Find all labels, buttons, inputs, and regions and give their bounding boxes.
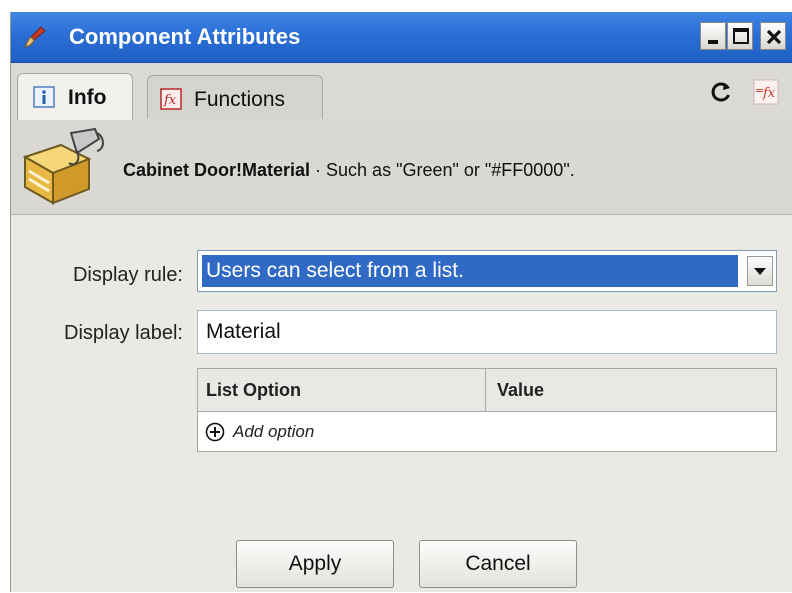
- tab-bar: Info fx Functions = fx: [11, 63, 792, 120]
- svg-text:fx: fx: [762, 86, 776, 101]
- tab-info-label: Info: [68, 86, 107, 109]
- tab-info[interactable]: Info: [17, 73, 133, 120]
- maximize-icon: [733, 28, 749, 44]
- column-header-list-option[interactable]: List Option: [198, 369, 486, 411]
- refresh-icon[interactable]: [708, 79, 734, 105]
- plus-circle-icon: [205, 422, 225, 442]
- display-label-label: Display label:: [64, 322, 183, 344]
- minimize-icon: [708, 40, 718, 44]
- table-header: List Option Value: [198, 369, 776, 412]
- dropdown-button[interactable]: [747, 256, 773, 286]
- minimize-button[interactable]: [700, 22, 726, 50]
- title-bar[interactable]: Component Attributes: [11, 12, 792, 63]
- info-icon: [33, 86, 55, 108]
- component-attributes-window: Component Attributes Info fx Functions =…: [10, 12, 792, 592]
- maximize-button[interactable]: [727, 22, 753, 50]
- fx-icon: fx: [160, 88, 182, 110]
- svg-text:fx: fx: [163, 93, 177, 108]
- add-option-row[interactable]: Add option: [198, 412, 776, 451]
- display-rule-select[interactable]: Users can select from a list.: [197, 250, 777, 292]
- attribute-header: Cabinet Door!Material · Such as "Green" …: [11, 119, 792, 215]
- attribute-name: Cabinet Door!Material: [123, 160, 311, 180]
- cancel-button[interactable]: Cancel: [419, 540, 577, 588]
- chevron-down-icon: [754, 268, 766, 275]
- tab-functions[interactable]: fx Functions: [147, 75, 323, 119]
- display-label-field[interactable]: Material: [197, 310, 777, 354]
- close-icon: [766, 29, 782, 45]
- paint-bucket-icon: [22, 127, 104, 205]
- fx-insert-icon[interactable]: = fx: [753, 79, 779, 105]
- paint-brush-icon: [23, 26, 46, 48]
- display-rule-value: Users can select from a list.: [202, 255, 738, 287]
- close-button[interactable]: [760, 22, 786, 50]
- display-rule-label: Display rule:: [72, 264, 183, 286]
- add-option-link[interactable]: Add option: [233, 421, 314, 443]
- attribute-hint: · Such as "Green" or "#FF0000".: [310, 160, 575, 180]
- apply-button[interactable]: Apply: [236, 540, 394, 588]
- window-title: Component Attributes: [69, 24, 301, 49]
- tab-functions-label: Functions: [194, 88, 286, 111]
- column-header-value[interactable]: Value: [487, 369, 776, 411]
- attribute-description: Cabinet Door!Material · Such as "Green" …: [123, 159, 575, 181]
- list-options-table: List Option Value Add option: [197, 368, 777, 452]
